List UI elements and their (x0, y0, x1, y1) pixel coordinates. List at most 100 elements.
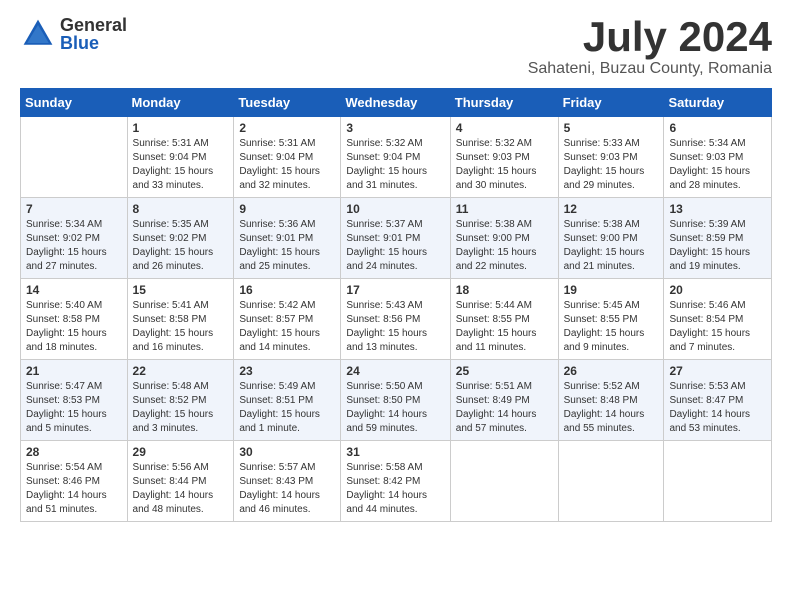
logo: General Blue (20, 16, 127, 52)
calendar-week-row: 21Sunrise: 5:47 AM Sunset: 8:53 PM Dayli… (21, 360, 772, 441)
table-row (664, 441, 772, 522)
day-number: 4 (456, 121, 553, 135)
table-row: 2Sunrise: 5:31 AM Sunset: 9:04 PM Daylig… (234, 117, 341, 198)
day-number: 20 (669, 283, 766, 297)
day-info: Sunrise: 5:36 AM Sunset: 9:01 PM Dayligh… (239, 218, 335, 274)
table-row: 20Sunrise: 5:46 AM Sunset: 8:54 PM Dayli… (664, 279, 772, 360)
table-row (21, 117, 128, 198)
table-row: 17 Sunrise: 5:43 AM Sunset: 8:56 PM Dayli… (341, 279, 450, 360)
day-number: 21 (26, 364, 122, 378)
day-number: 26 (564, 364, 659, 378)
day-number: 15 (133, 283, 229, 297)
day-info: Sunrise: 5:56 AM Sunset: 8:44 PM Dayligh… (133, 461, 229, 517)
day-number: 27 (669, 364, 766, 378)
day-info: Sunrise: 5:34 AM Sunset: 9:03 PM Dayligh… (669, 137, 766, 193)
calendar-week-row: 1Sunrise: 5:31 AM Sunset: 9:04 PM Daylig… (21, 117, 772, 198)
page: General Blue July 2024 Sahateni, Buzau C… (0, 0, 792, 542)
logo-text: General Blue (60, 16, 127, 52)
location-subtitle: Sahateni, Buzau County, Romania (528, 60, 772, 78)
table-row: 18 Sunrise: 5:44 AM Sunset: 8:55 PM Dayli… (450, 279, 558, 360)
day-info: Sunrise: 5:49 AM Sunset: 8:51 PM Dayligh… (239, 380, 335, 436)
day-info: Sunrise: 5:54 AM Sunset: 8:46 PM Dayligh… (26, 461, 122, 517)
header-friday: Friday (558, 89, 664, 117)
table-row: 3 Sunrise: 5:32 AM Sunset: 9:04 PM Daylig… (341, 117, 450, 198)
day-info: Sunrise: 5:51 AM Sunset: 8:49 PM Dayligh… (456, 380, 553, 436)
day-info: Sunrise: 5:39 AM Sunset: 8:59 PM Dayligh… (669, 218, 766, 274)
day-info: Sunrise: 5:58 AM Sunset: 8:42 PM Dayligh… (346, 461, 444, 517)
day-info: Sunrise: 5:48 AM Sunset: 8:52 PM Dayligh… (133, 380, 229, 436)
header-thursday: Thursday (450, 89, 558, 117)
calendar-week-row: 7 Sunrise: 5:34 AM Sunset: 9:02 PM Daylig… (21, 198, 772, 279)
day-info: Sunrise: 5:57 AM Sunset: 8:43 PM Dayligh… (239, 461, 335, 517)
table-row: 22 Sunrise: 5:48 AM Sunset: 8:52 PM Dayli… (127, 360, 234, 441)
day-number: 7 (26, 202, 122, 216)
day-info: Sunrise: 5:52 AM Sunset: 8:48 PM Dayligh… (564, 380, 659, 436)
calendar-week-row: 28 Sunrise: 5:54 AM Sunset: 8:46 PM Dayli… (21, 441, 772, 522)
table-row: 25 Sunrise: 5:51 AM Sunset: 8:49 PM Dayli… (450, 360, 558, 441)
header-tuesday: Tuesday (234, 89, 341, 117)
table-row: 6 Sunrise: 5:34 AM Sunset: 9:03 PM Daylig… (664, 117, 772, 198)
day-number: 23 (239, 364, 335, 378)
day-number: 18 (456, 283, 553, 297)
table-row: 12 Sunrise: 5:38 AM Sunset: 9:00 PM Dayli… (558, 198, 664, 279)
header-monday: Monday (127, 89, 234, 117)
logo-icon (20, 16, 56, 52)
day-info: Sunrise: 5:44 AM Sunset: 8:55 PM Dayligh… (456, 299, 553, 355)
day-info: Sunrise: 5:38 AM Sunset: 9:00 PM Dayligh… (564, 218, 659, 274)
logo-blue-text: Blue (60, 34, 127, 52)
table-row: 29 Sunrise: 5:56 AM Sunset: 8:44 PM Dayli… (127, 441, 234, 522)
calendar-week-row: 14Sunrise: 5:40 AM Sunset: 8:58 PM Dayli… (21, 279, 772, 360)
table-row: 11 Sunrise: 5:38 AM Sunset: 9:00 PM Dayli… (450, 198, 558, 279)
day-info: Sunrise: 5:31 AM Sunset: 9:04 PM Dayligh… (133, 137, 229, 193)
table-row: 16 Sunrise: 5:42 AM Sunset: 8:57 PM Dayli… (234, 279, 341, 360)
day-number: 24 (346, 364, 444, 378)
day-info: Sunrise: 5:41 AM Sunset: 8:58 PM Dayligh… (133, 299, 229, 355)
day-number: 31 (346, 445, 444, 459)
day-info: Sunrise: 5:43 AM Sunset: 8:56 PM Dayligh… (346, 299, 444, 355)
day-info: Sunrise: 5:40 AM Sunset: 8:58 PM Dayligh… (26, 299, 122, 355)
table-row: 19Sunrise: 5:45 AM Sunset: 8:55 PM Dayli… (558, 279, 664, 360)
table-row: 21Sunrise: 5:47 AM Sunset: 8:53 PM Dayli… (21, 360, 128, 441)
table-row: 13Sunrise: 5:39 AM Sunset: 8:59 PM Dayli… (664, 198, 772, 279)
day-number: 11 (456, 202, 553, 216)
table-row: 14Sunrise: 5:40 AM Sunset: 8:58 PM Dayli… (21, 279, 128, 360)
day-number: 17 (346, 283, 444, 297)
day-info: Sunrise: 5:37 AM Sunset: 9:01 PM Dayligh… (346, 218, 444, 274)
day-number: 12 (564, 202, 659, 216)
table-row: 27 Sunrise: 5:53 AM Sunset: 8:47 PM Dayli… (664, 360, 772, 441)
day-number: 22 (133, 364, 229, 378)
header-saturday: Saturday (664, 89, 772, 117)
day-info: Sunrise: 5:34 AM Sunset: 9:02 PM Dayligh… (26, 218, 122, 274)
table-row: 31 Sunrise: 5:58 AM Sunset: 8:42 PM Dayli… (341, 441, 450, 522)
day-info: Sunrise: 5:38 AM Sunset: 9:00 PM Dayligh… (456, 218, 553, 274)
day-info: Sunrise: 5:32 AM Sunset: 9:04 PM Dayligh… (346, 137, 444, 193)
day-number: 10 (346, 202, 444, 216)
day-number: 2 (239, 121, 335, 135)
header-sunday: Sunday (21, 89, 128, 117)
day-number: 25 (456, 364, 553, 378)
table-row: 1Sunrise: 5:31 AM Sunset: 9:04 PM Daylig… (127, 117, 234, 198)
calendar-header-row: Sunday Monday Tuesday Wednesday Thursday… (21, 89, 772, 117)
day-info: Sunrise: 5:42 AM Sunset: 8:57 PM Dayligh… (239, 299, 335, 355)
day-number: 3 (346, 121, 444, 135)
day-number: 30 (239, 445, 335, 459)
day-info: Sunrise: 5:32 AM Sunset: 9:03 PM Dayligh… (456, 137, 553, 193)
logo-general-text: General (60, 16, 127, 34)
day-number: 28 (26, 445, 122, 459)
header: General Blue July 2024 Sahateni, Buzau C… (20, 16, 772, 78)
day-info: Sunrise: 5:53 AM Sunset: 8:47 PM Dayligh… (669, 380, 766, 436)
table-row: 15 Sunrise: 5:41 AM Sunset: 8:58 PM Dayli… (127, 279, 234, 360)
day-info: Sunrise: 5:33 AM Sunset: 9:03 PM Dayligh… (564, 137, 659, 193)
day-number: 6 (669, 121, 766, 135)
table-row: 4 Sunrise: 5:32 AM Sunset: 9:03 PM Daylig… (450, 117, 558, 198)
table-row: 30 Sunrise: 5:57 AM Sunset: 8:43 PM Dayli… (234, 441, 341, 522)
table-row: 9Sunrise: 5:36 AM Sunset: 9:01 PM Daylig… (234, 198, 341, 279)
table-row: 28 Sunrise: 5:54 AM Sunset: 8:46 PM Dayli… (21, 441, 128, 522)
title-section: July 2024 Sahateni, Buzau County, Romani… (528, 16, 772, 78)
day-number: 8 (133, 202, 229, 216)
day-number: 29 (133, 445, 229, 459)
table-row: 23 Sunrise: 5:49 AM Sunset: 8:51 PM Dayli… (234, 360, 341, 441)
day-number: 16 (239, 283, 335, 297)
table-row: 24Sunrise: 5:50 AM Sunset: 8:50 PM Dayli… (341, 360, 450, 441)
day-number: 5 (564, 121, 659, 135)
